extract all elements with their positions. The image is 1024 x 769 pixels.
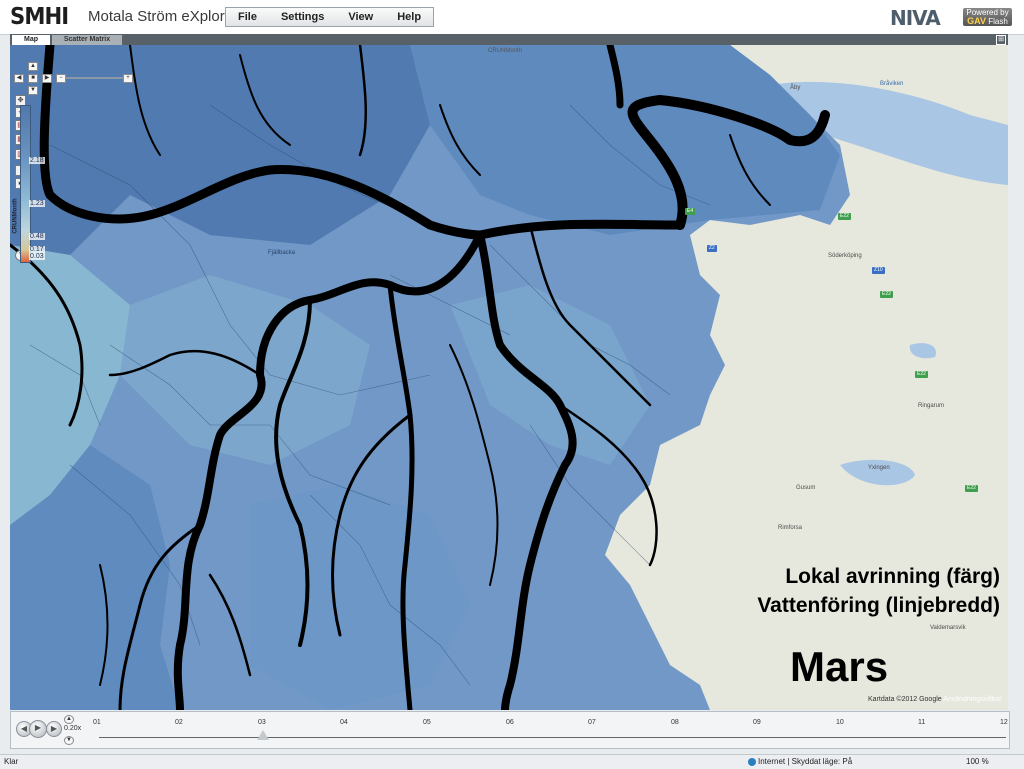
legend-value: 0.17 [29,246,45,253]
browser-status-bar: Klar Internet | Skyddat läge: På 100 % [0,754,1024,769]
road-shield: E22 [965,485,978,492]
badge-main: GAV [967,16,987,26]
pan-down-button[interactable]: ▼ [28,86,38,95]
menu-settings[interactable]: Settings [269,8,336,26]
niva-logo: NIVA [890,6,941,30]
road-shield: E22 [838,213,851,220]
place-label: Valdemarsvik [930,625,966,631]
road-shield: Z10 [872,267,885,274]
road-shield: E22 [915,371,928,378]
speed-label: 0.20x [64,725,82,732]
pan-right-button[interactable]: ▶ [42,74,52,83]
place-label: Gusum [796,485,816,491]
timeline-tick[interactable]: 04 [340,719,348,726]
road-shield: E4 [685,208,696,215]
security-zone: Internet | Skyddat läge: På [748,755,852,769]
road-shield: E22 [880,291,893,298]
app-header: SMHI Motala Ström eXplorer File Settings… [0,0,1024,35]
timeline-tick[interactable]: 06 [506,719,514,726]
menu-help[interactable]: Help [385,8,433,26]
timeline-tick[interactable]: 07 [588,719,596,726]
grid-icon[interactable]: ⊞ [996,35,1006,45]
timeline-track[interactable] [99,737,1006,738]
smhi-logo: SMHI [10,4,69,30]
overlay-width-caption: Vattenföring (linjebredd) [757,594,1000,617]
place-label: Rimforsa [778,525,803,531]
menu-file[interactable]: File [226,8,269,26]
app-title: Motala Ström eXplorer [88,8,239,25]
menu-view[interactable]: View [336,8,385,26]
overlay-color-caption: Lokal avrinning (färg) [785,565,1000,588]
map-attribution: Kartdata ©2012 Google Användningsvillkor [868,696,1002,703]
timeline-panel: ◀ ▶ ▶ ▲ 0.20x ▼ 01 02 03 04 05 06 07 08 … [10,711,1010,749]
pan-left-button[interactable]: ◀ [14,74,24,83]
place-label: Åby [790,85,801,91]
speed-up-button[interactable]: ▲ [64,715,74,724]
timeline-tick[interactable]: 10 [836,719,844,726]
terms-link[interactable]: Användningsvillkor [943,696,1001,703]
attribution-text: Kartdata ©2012 Google [868,696,942,703]
tab-map[interactable]: Map [12,35,50,45]
timeline-tick[interactable]: 12 [1000,719,1008,726]
play-button[interactable]: ▶ [29,720,47,738]
timeline-tick[interactable]: 08 [671,719,679,726]
timeline-tick[interactable]: 09 [753,719,761,726]
zoom-slider[interactable] [66,77,126,79]
tab-scatter-matrix[interactable]: Scatter Matrix [52,35,122,45]
zoom-in-button[interactable]: + [123,74,133,83]
zoom-level[interactable]: 100 % [966,755,989,769]
timeline-tick[interactable]: 01 [93,719,101,726]
timeline-handle[interactable] [257,730,269,740]
legend-value: 0.48 [29,233,45,240]
layer-name-label: CRUNMonth [488,48,523,54]
place-label: Ringarum [918,403,945,409]
timeline-tick[interactable]: 11 [918,719,925,726]
menu-bar: File Settings View Help [225,7,435,27]
legend-value: 0.03 [29,253,45,260]
timeline-tick[interactable]: 05 [423,719,431,726]
gav-flash-badge: Powered by GAV Flash [963,8,1012,26]
view-tabs: Map Scatter Matrix ⊞ [10,34,1008,45]
map-view[interactable]: CRUNMonth Åby Bråviken Söderköping Fjäll… [10,45,1008,710]
place-label: Yxingen [868,465,890,471]
timeline-tick[interactable]: 03 [258,719,266,726]
road-shield: Z2 [707,245,717,252]
legend-value: 1.23 [29,200,45,207]
forward-button[interactable]: ▶ [46,721,62,737]
place-label: Bråviken [880,81,904,87]
globe-icon [748,757,756,766]
legend-value: 2.18 [29,157,45,164]
zoom-out-button[interactable]: − [56,74,66,83]
pan-up-button[interactable]: ▲ [28,62,38,71]
legend-title: CRUNMonth [12,198,19,234]
timeline-tick[interactable]: 02 [175,719,183,726]
speed-down-button[interactable]: ▼ [64,736,74,745]
badge-sub: Flash [988,17,1008,26]
zone-text: Internet | Skyddat läge: På [758,757,853,766]
place-label: Fjällbacka [268,250,296,256]
status-text: Klar [4,757,19,766]
pan-center-button[interactable]: ■ [28,74,38,83]
place-label: Söderköping [828,253,862,259]
month-label: Mars [790,643,889,690]
